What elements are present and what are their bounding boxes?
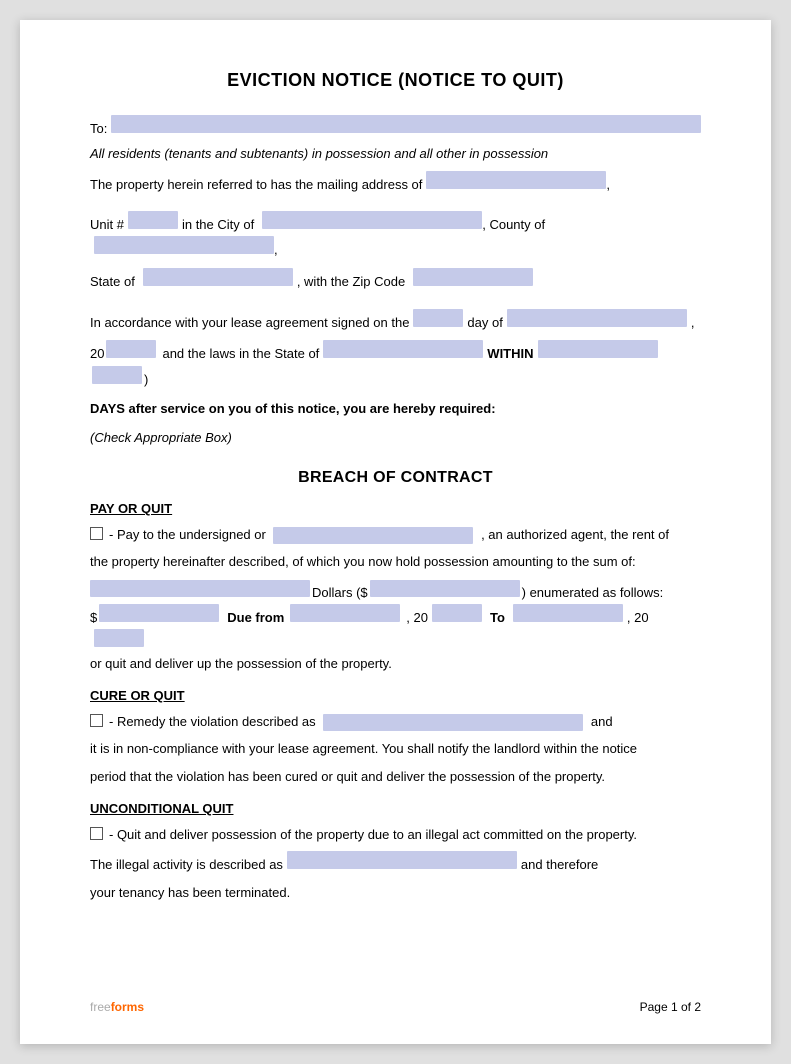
- address-line2: Unit # in the City of , County of ,: [90, 211, 701, 262]
- due-from-line: $ Due from , 20 To , 20: [90, 604, 701, 647]
- tenancy-terminated: your tenancy has been terminated.: [90, 882, 701, 905]
- comma-20-2: , 20: [627, 606, 649, 629]
- county-label: , County of: [482, 213, 545, 236]
- unit-field[interactable]: [128, 211, 178, 229]
- dollars-amount-field[interactable]: [370, 580, 520, 597]
- from-date-field[interactable]: [290, 604, 400, 622]
- enumerated-label: ) enumerated as follows:: [522, 585, 664, 600]
- address-prefix: The property herein referred to has the …: [90, 173, 422, 196]
- unconditional-text: - Quit and deliver possession of the pro…: [109, 824, 637, 847]
- breach-title: BREACH OF CONTRACT: [90, 469, 701, 487]
- pay-or-quit-title: PAY OR QUIT: [90, 501, 701, 516]
- zip-field[interactable]: [413, 268, 533, 286]
- footer: freeforms Page 1 of 2: [90, 1000, 701, 1014]
- within-paren-field[interactable]: [92, 366, 142, 384]
- document-page: EVICTION NOTICE (NOTICE TO QUIT) To: All…: [20, 20, 771, 1044]
- document-title: EVICTION NOTICE (NOTICE TO QUIT): [90, 70, 701, 91]
- dollars-line: Dollars ($ ) enumerated as follows:: [90, 580, 701, 600]
- cure-para2: period that the violation has been cured…: [90, 766, 701, 789]
- year-field[interactable]: [106, 340, 156, 358]
- year-prefix: 20: [90, 342, 104, 365]
- county-field[interactable]: [94, 236, 274, 254]
- to-label: To:: [90, 117, 107, 140]
- lease-line1: In accordance with your lease agreement …: [90, 309, 701, 334]
- within-label: WITHIN: [487, 342, 533, 365]
- from-year-field[interactable]: [432, 604, 482, 622]
- brand: freeforms: [90, 1000, 144, 1014]
- or-quit-text: or quit and deliver up the possession of…: [90, 653, 701, 676]
- agent-name-field[interactable]: [273, 527, 473, 544]
- unconditional-checkbox[interactable]: [90, 827, 103, 840]
- illegal-field[interactable]: [287, 851, 517, 869]
- state-label: State of: [90, 270, 135, 293]
- page-number: Page 1 of 2: [640, 1000, 701, 1014]
- pay-or-quit-para: the property hereinafter described, of w…: [90, 551, 701, 574]
- cure-or-quit-title: CURE OR QUIT: [90, 688, 701, 703]
- pay-or-quit-checkbox[interactable]: [90, 527, 103, 540]
- lease-line2: 20 and the laws in the State of WITHIN ): [90, 340, 701, 391]
- cure-checkbox[interactable]: [90, 714, 103, 727]
- to-line: To:: [90, 115, 701, 140]
- illegal-activity-line: The illegal activity is described as and…: [90, 851, 701, 876]
- lease-intro: In accordance with your lease agreement …: [90, 311, 409, 334]
- to-field[interactable]: [111, 115, 701, 133]
- zip-label: , with the Zip Code: [297, 270, 405, 293]
- within-days-field[interactable]: [538, 340, 658, 358]
- comma-20-1: , 20: [406, 606, 428, 629]
- unconditional-quit-title: UNCONDITIONAL QUIT: [90, 801, 701, 816]
- brand-forms: forms: [111, 1000, 144, 1014]
- day-field[interactable]: [413, 309, 463, 327]
- dollars-label: Dollars ($: [312, 585, 368, 600]
- dollars-text-field[interactable]: [90, 580, 310, 597]
- residents-note: All residents (tenants and subtenants) i…: [90, 146, 701, 161]
- address-line1: The property herein referred to has the …: [90, 171, 701, 196]
- to-year-field[interactable]: [94, 629, 144, 647]
- state-laws-field[interactable]: [323, 340, 483, 358]
- dollar-sign: $: [90, 606, 97, 629]
- pay-or-quit-text: - Pay to the undersigned or , an authori…: [109, 524, 669, 547]
- cure-text: - Remedy the violation described as and: [109, 711, 613, 734]
- check-box-note: (Check Appropriate Box): [90, 427, 701, 450]
- unconditional-checkbox-line: - Quit and deliver possession of the pro…: [90, 824, 701, 847]
- lease-line3: DAYS after service on you of this notice…: [90, 397, 701, 420]
- illegal-suffix: and therefore: [521, 853, 598, 876]
- state-laws: and the laws in the State of: [162, 342, 319, 365]
- month-year-field[interactable]: [507, 309, 687, 327]
- state-field[interactable]: [143, 268, 293, 286]
- due-from-label: Due from: [227, 606, 284, 629]
- city-label: in the City of: [182, 213, 254, 236]
- address-field[interactable]: [426, 171, 606, 189]
- days-text: DAYS after service on you of this notice…: [90, 397, 496, 420]
- illegal-prefix: The illegal activity is described as: [90, 853, 283, 876]
- violation-field[interactable]: [323, 714, 583, 731]
- pay-or-quit-checkbox-line: - Pay to the undersigned or , an authori…: [90, 524, 701, 547]
- to-date-field[interactable]: [513, 604, 623, 622]
- address-line3: State of , with the Zip Code: [90, 268, 701, 293]
- unit-label: Unit #: [90, 213, 124, 236]
- cure-checkbox-line: - Remedy the violation described as and: [90, 711, 701, 734]
- to-label2: To: [490, 606, 505, 629]
- brand-free: free: [90, 1000, 111, 1014]
- amount-field[interactable]: [99, 604, 219, 622]
- day-label: day of: [467, 311, 502, 334]
- city-field[interactable]: [262, 211, 482, 229]
- cure-para1: it is in non-compliance with your lease …: [90, 738, 701, 761]
